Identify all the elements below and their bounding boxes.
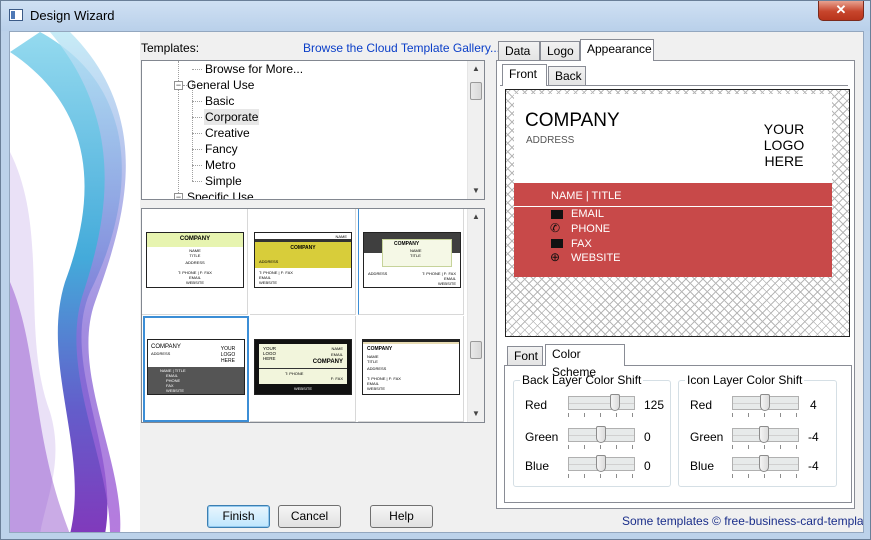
- cancel-button[interactable]: Cancel: [278, 505, 341, 528]
- tab-data[interactable]: Data: [498, 41, 540, 61]
- icon-blue-slider-thumb[interactable]: [759, 455, 769, 472]
- tree-item-corporate[interactable]: Corporate: [204, 109, 260, 125]
- tab-appearance[interactable]: Appearance: [580, 39, 654, 61]
- card-website: WEBSITE: [571, 252, 621, 264]
- swirl-graphic: [10, 32, 126, 532]
- tab-front[interactable]: Front: [502, 64, 547, 86]
- email-icon: [551, 210, 563, 219]
- template-thumb-6[interactable]: COMPANY NAME TITLE ADDRESS T: PHONE | F:…: [358, 316, 464, 422]
- card-preview: COMPANY ADDRESS YOUR LOGO HERE NAME | TI…: [505, 89, 850, 337]
- template-thumb-1[interactable]: COMPANY NAME TITLE ADDRESS T: PHONE | F:…: [142, 209, 248, 315]
- icon-blue-value: -4: [808, 459, 819, 473]
- scroll-down-icon[interactable]: ▼: [468, 183, 484, 199]
- tree-item-specific-use[interactable]: Specific Use: [187, 189, 254, 199]
- tab-font[interactable]: Font: [507, 346, 543, 366]
- window-title: Design Wizard: [30, 8, 115, 23]
- back-red-value: 125: [644, 398, 665, 412]
- fax-icon: [551, 239, 563, 248]
- card-info-band: NAME | TITLE EMAIL ✆ PHONE FAX ⊕ WEBSITE: [514, 183, 832, 277]
- collapse-general-icon[interactable]: −: [174, 81, 183, 90]
- app-icon: [9, 9, 23, 21]
- back-blue-value: 0: [644, 459, 651, 473]
- tab-logo[interactable]: Logo: [540, 41, 580, 61]
- tree-item-simple[interactable]: Simple: [205, 173, 242, 189]
- tree-item-basic[interactable]: Basic: [205, 93, 234, 109]
- finish-button[interactable]: Finish: [207, 505, 270, 528]
- templates-label: Templates:: [141, 41, 200, 55]
- template-thumb-3[interactable]: COMPANY NAME TITLE ADDRESS T: PHONE | F:…: [358, 209, 464, 315]
- icon-layer-group: Icon Layer Color Shift Red 4 Green -4 Bl…: [678, 373, 837, 487]
- template-thumb-5[interactable]: YOUR LOGO HERE NAME EMAIL COMPANY T: PHO…: [250, 316, 356, 422]
- scroll-thumb[interactable]: [470, 82, 482, 100]
- collapse-specific-icon[interactable]: −: [174, 193, 183, 199]
- card-logo-placeholder: YOUR LOGO HERE: [763, 121, 805, 169]
- gallery-scrollbar[interactable]: ▲ ▼: [467, 209, 484, 422]
- template-thumb-2[interactable]: COMPANY NAME ADDRESS T: PHONE | F: FAX E…: [250, 209, 356, 315]
- help-button[interactable]: Help: [370, 505, 433, 528]
- back-green-value: 0: [644, 430, 651, 444]
- scroll-up-icon[interactable]: ▲: [468, 61, 484, 77]
- card-email: EMAIL: [571, 208, 605, 220]
- template-gallery[interactable]: COMPANY NAME TITLE ADDRESS T: PHONE | F:…: [141, 208, 485, 423]
- decorative-banner: [10, 32, 140, 532]
- tree-item-general-use[interactable]: General Use: [187, 77, 254, 93]
- icon-green-slider-thumb[interactable]: [759, 426, 769, 443]
- template-thumb-4-selected[interactable]: COMPANY ADDRESS YOUR LOGO HERE NAME | TI…: [143, 316, 249, 422]
- card-address: ADDRESS: [526, 135, 575, 146]
- tree-item-browse-more[interactable]: Browse for More...: [205, 61, 303, 77]
- gallery-scroll-down-icon[interactable]: ▼: [468, 406, 484, 422]
- gallery-scroll-thumb[interactable]: [470, 341, 482, 359]
- back-red-slider-thumb[interactable]: [610, 394, 620, 411]
- icon-green-value: -4: [808, 430, 819, 444]
- back-blue-slider-thumb[interactable]: [596, 455, 606, 472]
- design-wizard-window: Design Wizard ✕ Templates: Browse the Cl…: [0, 0, 871, 540]
- back-green-slider-thumb[interactable]: [596, 426, 606, 443]
- tab-back[interactable]: Back: [548, 66, 586, 86]
- tree-item-creative[interactable]: Creative: [205, 125, 250, 141]
- tree-scrollbar[interactable]: ▲ ▼: [467, 61, 484, 199]
- tree-item-metro[interactable]: Metro: [205, 157, 236, 173]
- close-button[interactable]: ✕: [818, 1, 864, 21]
- title-bar: Design Wizard ✕: [1, 1, 870, 31]
- card-name-title: NAME | TITLE: [551, 190, 622, 202]
- back-layer-group: Back Layer Color Shift Red 125 Green 0 B…: [513, 373, 671, 487]
- icon-red-value: 4: [810, 398, 817, 412]
- dialog-client-area: Templates: Browse the Cloud Template Gal…: [9, 31, 864, 533]
- template-tree[interactable]: Browse for More... − General Use Basic C…: [141, 60, 485, 200]
- tab-color-scheme[interactable]: Color Scheme: [545, 344, 625, 379]
- card-company: COMPANY: [525, 110, 620, 131]
- browse-cloud-gallery-link[interactable]: Browse the Cloud Template Gallery...: [303, 41, 500, 55]
- globe-icon: ⊕: [550, 250, 561, 264]
- gallery-scroll-up-icon[interactable]: ▲: [468, 209, 484, 225]
- icon-red-slider-thumb[interactable]: [760, 394, 770, 411]
- phone-icon: ✆: [550, 221, 561, 235]
- template-credit-link[interactable]: Some templates © free-business-card-temp…: [622, 514, 863, 528]
- tree-item-fancy[interactable]: Fancy: [205, 141, 238, 157]
- back-red-slider[interactable]: [568, 396, 635, 410]
- card-phone: PHONE: [571, 223, 611, 235]
- card-fax: FAX: [571, 238, 592, 250]
